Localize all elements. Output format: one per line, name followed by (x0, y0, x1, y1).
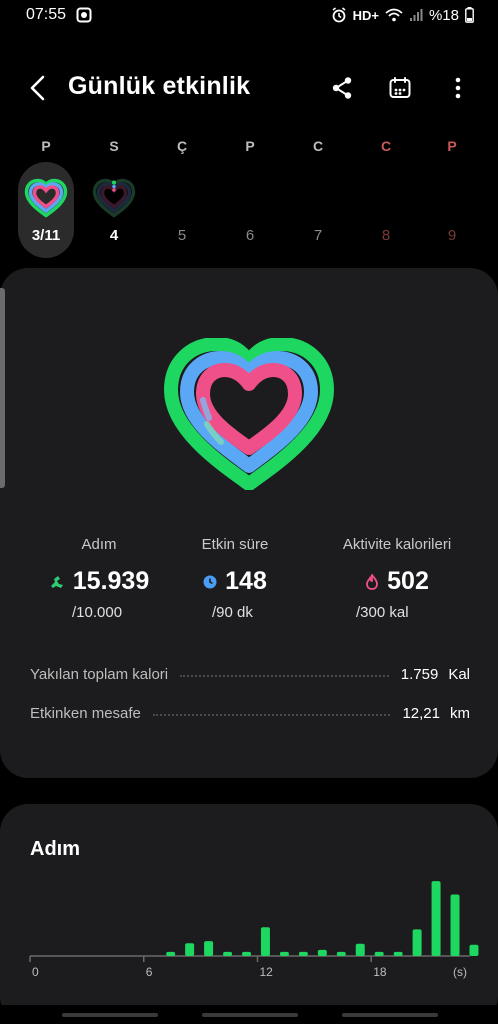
active-distance-row: Etkinken mesafe 12,21 km (30, 701, 470, 725)
stat-goal: /90 dk (212, 604, 253, 621)
stat-value: 15.939 (72, 567, 150, 595)
system-nav-bar (0, 1005, 498, 1024)
chart-bar (242, 951, 251, 956)
day-item-wed[interactable]: Ç 5 (148, 132, 216, 258)
chart-tick-label: 18 (373, 965, 387, 979)
stat-goal: /10.000 (72, 604, 123, 621)
day-number: 9 (447, 227, 457, 244)
week-day-selector: P 3/11 S 4 Ç 5 P 6 C 7 C 8 P 9 (12, 132, 486, 262)
more-vert-icon (455, 77, 461, 99)
detail-value: 12,21 (402, 704, 440, 722)
chart-tick-label: 0 (32, 965, 39, 979)
detail-unit: km (450, 704, 470, 722)
activity-heart-small-icon (92, 178, 136, 218)
day-letter: P (245, 138, 255, 154)
stat-label: Etkin süre (201, 536, 269, 553)
day-letter: Ç (176, 138, 188, 154)
stat-value: 148 (225, 567, 267, 595)
day-letter: P (447, 138, 457, 154)
steps-bar-chart: 0 6 12 18 (s) (29, 881, 479, 979)
back-arrow-icon (30, 75, 45, 101)
chart-bar (431, 881, 441, 956)
activity-heart-icon (24, 178, 68, 218)
day-number: 4 (109, 227, 119, 244)
day-item-thu[interactable]: P 6 (216, 132, 284, 258)
app-bar: Günlük etkinlik (0, 58, 498, 118)
day-letter: S (109, 138, 119, 154)
chart-bar (279, 951, 289, 956)
detail-label: Etkinken mesafe (30, 704, 141, 722)
chart-bar (204, 941, 214, 956)
stat-active-calories: Aktivite kalorileri 502 /300 kal (322, 536, 472, 621)
network-type: HD+ (352, 7, 379, 23)
nav-home-button[interactable] (202, 1013, 298, 1017)
battery-icon (465, 7, 474, 23)
stat-steps: Adım 15.939 /10.000 (24, 536, 174, 621)
edge-panel-handle[interactable] (0, 288, 5, 488)
day-item-fri[interactable]: C 7 (284, 132, 352, 258)
chart-bar (355, 943, 365, 956)
day-item-tue[interactable]: S 4 (80, 132, 148, 258)
stat-active-time: Etkin süre 148 /90 dk (160, 536, 310, 621)
share-icon (332, 77, 352, 99)
day-item-sun[interactable]: P 9 (418, 132, 486, 258)
status-time: 07:55 (26, 6, 67, 23)
stat-label: Aktivite kalorileri (342, 536, 452, 553)
alarm-icon (331, 7, 347, 23)
day-item-mon[interactable]: P 3/11 (12, 132, 80, 258)
day-number: 6 (245, 227, 255, 244)
chart-bar (317, 949, 327, 956)
chart-x-unit: (s) (453, 965, 467, 979)
wifi-icon (385, 8, 403, 22)
stat-label: Adım (81, 536, 117, 553)
chart-bar (185, 943, 195, 956)
chart-bar (223, 951, 233, 956)
detail-label: Yakılan toplam kalori (30, 665, 169, 683)
chart-bar (336, 951, 346, 956)
status-bar: 07:55 HD+ %18 (0, 0, 498, 30)
steps-chart-card[interactable]: Adım 0 6 12 18 (s) (0, 804, 498, 1024)
nav-recents-button[interactable] (62, 1013, 158, 1017)
day-letter: P (41, 138, 51, 154)
battery-percent: %18 (428, 6, 459, 24)
stat-value: 502 (387, 567, 429, 595)
nav-back-button[interactable] (342, 1013, 438, 1017)
clock-icon (203, 575, 217, 588)
day-letter: C (380, 138, 392, 154)
share-button[interactable] (326, 72, 358, 104)
day-number: 5 (177, 227, 187, 244)
calendar-icon (389, 77, 411, 98)
chart-tick-label: 12 (259, 965, 273, 979)
chart-bar (298, 951, 308, 956)
activity-rings-heart (164, 338, 334, 490)
day-number: 3/11 (31, 227, 61, 244)
total-calories-row: Yakılan toplam kalori 1.759 Kal (30, 662, 470, 686)
steps-icon (50, 575, 63, 588)
more-options-button[interactable] (442, 72, 474, 104)
chart-bar (260, 927, 270, 956)
day-item-sat[interactable]: C 8 (352, 132, 420, 258)
chart-tick-label: 6 (146, 965, 153, 979)
detail-value: 1.759 (400, 665, 439, 683)
signal-icon (409, 8, 423, 22)
day-number: 8 (381, 227, 391, 244)
chart-bar (374, 951, 384, 956)
page-title: Günlük etkinlik (68, 72, 251, 100)
dotted-leader (180, 675, 389, 677)
back-button[interactable] (22, 72, 54, 104)
dotted-leader (152, 714, 391, 716)
detail-unit: Kal (448, 665, 470, 683)
daily-summary-card: Adım 15.939 /10.000 Etkin süre 148 /90 d… (0, 268, 498, 778)
chart-bar (469, 944, 479, 956)
screenshot-icon (76, 7, 92, 23)
chart-bar (393, 951, 403, 956)
calendar-button[interactable] (384, 72, 416, 104)
flame-icon (366, 573, 379, 590)
chart-bar (412, 929, 422, 956)
stat-goal: /300 kal (356, 604, 409, 621)
chart-bar (450, 894, 460, 956)
chart-bar (166, 951, 176, 956)
day-number: 7 (313, 227, 323, 244)
day-letter: C (312, 138, 324, 154)
